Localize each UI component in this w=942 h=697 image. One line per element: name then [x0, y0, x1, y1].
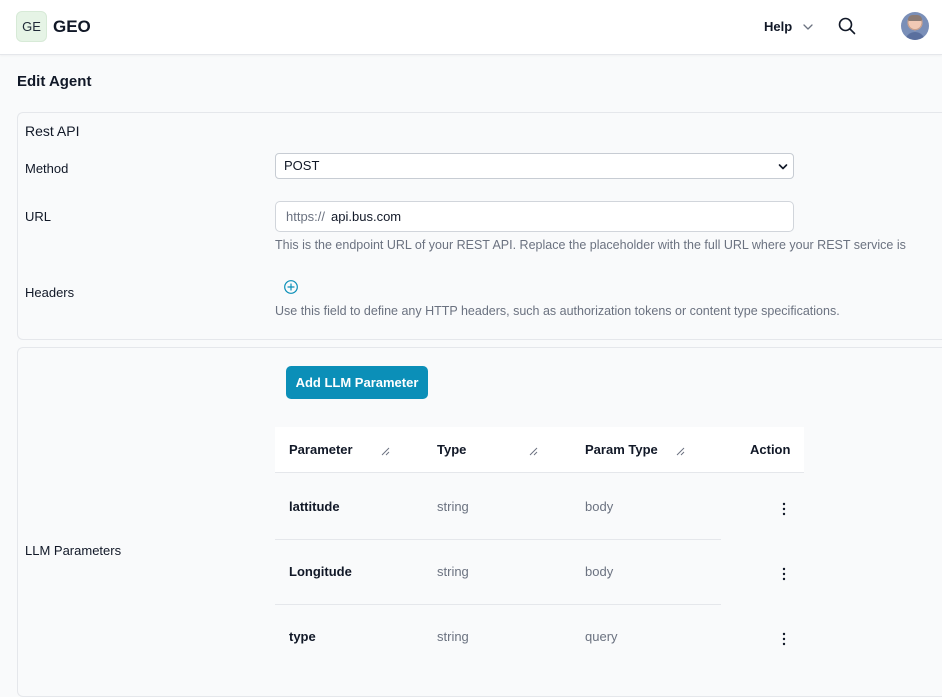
url-label: URL — [25, 209, 52, 224]
help-label: Help — [764, 19, 793, 34]
search-icon[interactable] — [837, 16, 857, 36]
more-vertical-icon[interactable] — [781, 632, 787, 646]
param-location: body — [585, 499, 614, 514]
add-header-icon[interactable] — [283, 279, 299, 295]
chevron-down-icon — [778, 164, 788, 170]
url-help-text: This is the endpoint URL of your REST AP… — [275, 238, 906, 252]
llm-parameters-label: LLM Parameters — [25, 543, 122, 558]
url-value: api.bus.com — [331, 209, 402, 224]
headers-label: Headers — [25, 285, 75, 300]
column-resize-icon[interactable] — [676, 447, 685, 456]
avatar-body — [905, 32, 925, 40]
headers-help-text: Use this field to define any HTTP header… — [275, 304, 840, 318]
param-type: string — [437, 564, 469, 579]
param-type: string — [437, 629, 469, 644]
table-row: lattitude string body — [275, 474, 804, 540]
table-header: Parameter Type Param Type Action — [275, 427, 804, 473]
param-name: Longitude — [289, 564, 352, 579]
param-location: query — [585, 629, 618, 644]
param-type: string — [437, 499, 469, 514]
help-menu[interactable]: Help — [764, 19, 814, 34]
method-label: Method — [25, 161, 69, 176]
method-select[interactable]: POST — [275, 153, 794, 179]
logo-badge[interactable]: GE — [16, 11, 47, 42]
method-select-value: POST — [284, 158, 320, 173]
param-name: type — [289, 629, 316, 644]
url-prefix: https:// — [286, 209, 326, 224]
chevron-down-icon — [803, 23, 813, 30]
param-name: lattitude — [289, 499, 340, 514]
rest-api-title: Rest API — [25, 123, 80, 139]
page-title: Edit Agent — [17, 73, 92, 90]
table-row: Longitude string body — [275, 539, 804, 605]
avatar-hair — [908, 15, 922, 21]
column-header-parameter[interactable]: Parameter — [289, 442, 353, 457]
table-row: type string query — [275, 604, 804, 669]
more-vertical-icon[interactable] — [781, 567, 787, 581]
user-avatar[interactable] — [901, 12, 929, 40]
param-location: body — [585, 564, 614, 579]
add-llm-parameter-button[interactable]: Add LLM Parameter — [286, 366, 428, 399]
column-header-param-type[interactable]: Param Type — [585, 442, 658, 457]
top-bar: GE GEO Help — [0, 0, 942, 55]
column-header-action: Action — [750, 442, 791, 457]
url-input[interactable]: https:// api.bus.com — [275, 201, 794, 232]
more-vertical-icon[interactable] — [781, 502, 787, 516]
column-resize-icon[interactable] — [529, 447, 538, 456]
brand-name[interactable]: GEO — [53, 17, 91, 37]
column-header-type[interactable]: Type — [437, 442, 466, 457]
column-resize-icon[interactable] — [381, 447, 390, 456]
